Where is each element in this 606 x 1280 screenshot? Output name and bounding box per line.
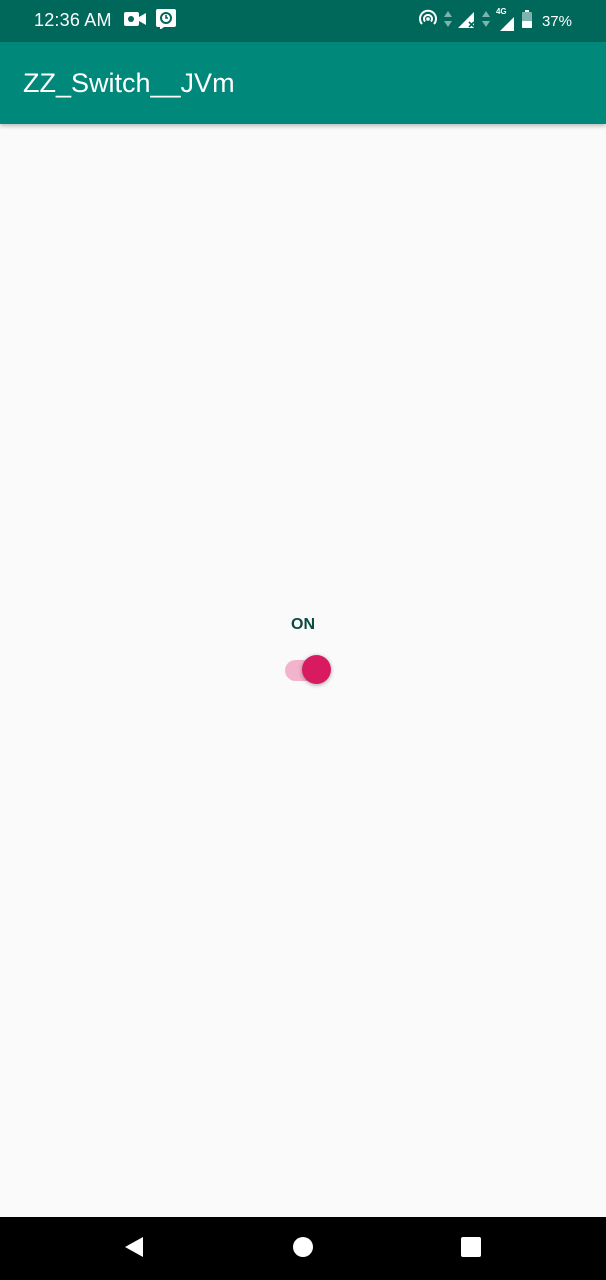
battery-icon — [521, 9, 532, 33]
switch-label: ON — [291, 616, 315, 633]
hotspot-icon — [418, 9, 438, 34]
signal-4g-icon: 4G — [496, 7, 516, 31]
home-icon — [292, 1236, 314, 1263]
status-notification-icons — [124, 8, 176, 34]
screen: 12:36 AM 4G 37% ZZ_Switch__JVm ON — [0, 0, 606, 1280]
data-arrows-icon — [481, 10, 490, 33]
navigation-bar — [0, 1217, 606, 1280]
status-time: 12:36 AM — [34, 10, 112, 30]
alarm-icon — [156, 8, 176, 34]
app-bar: ZZ_Switch__JVm — [0, 42, 606, 124]
home-button[interactable] — [285, 1231, 321, 1267]
back-button[interactable] — [116, 1231, 152, 1267]
toggle-switch[interactable] — [283, 654, 335, 688]
switch-thumb — [302, 655, 331, 684]
data-arrows-icon — [443, 10, 452, 33]
status-bar: 12:36 AM 4G 37% — [0, 0, 606, 42]
status-system-icons: 4G 37% — [418, 7, 572, 34]
app-title: ZZ_Switch__JVm — [23, 68, 235, 98]
recents-icon — [460, 1236, 482, 1263]
recents-button[interactable] — [453, 1231, 489, 1267]
signal-icon — [457, 10, 476, 33]
battery-percent: 37% — [541, 12, 572, 30]
back-icon — [122, 1235, 146, 1264]
video-camera-icon — [124, 11, 146, 32]
